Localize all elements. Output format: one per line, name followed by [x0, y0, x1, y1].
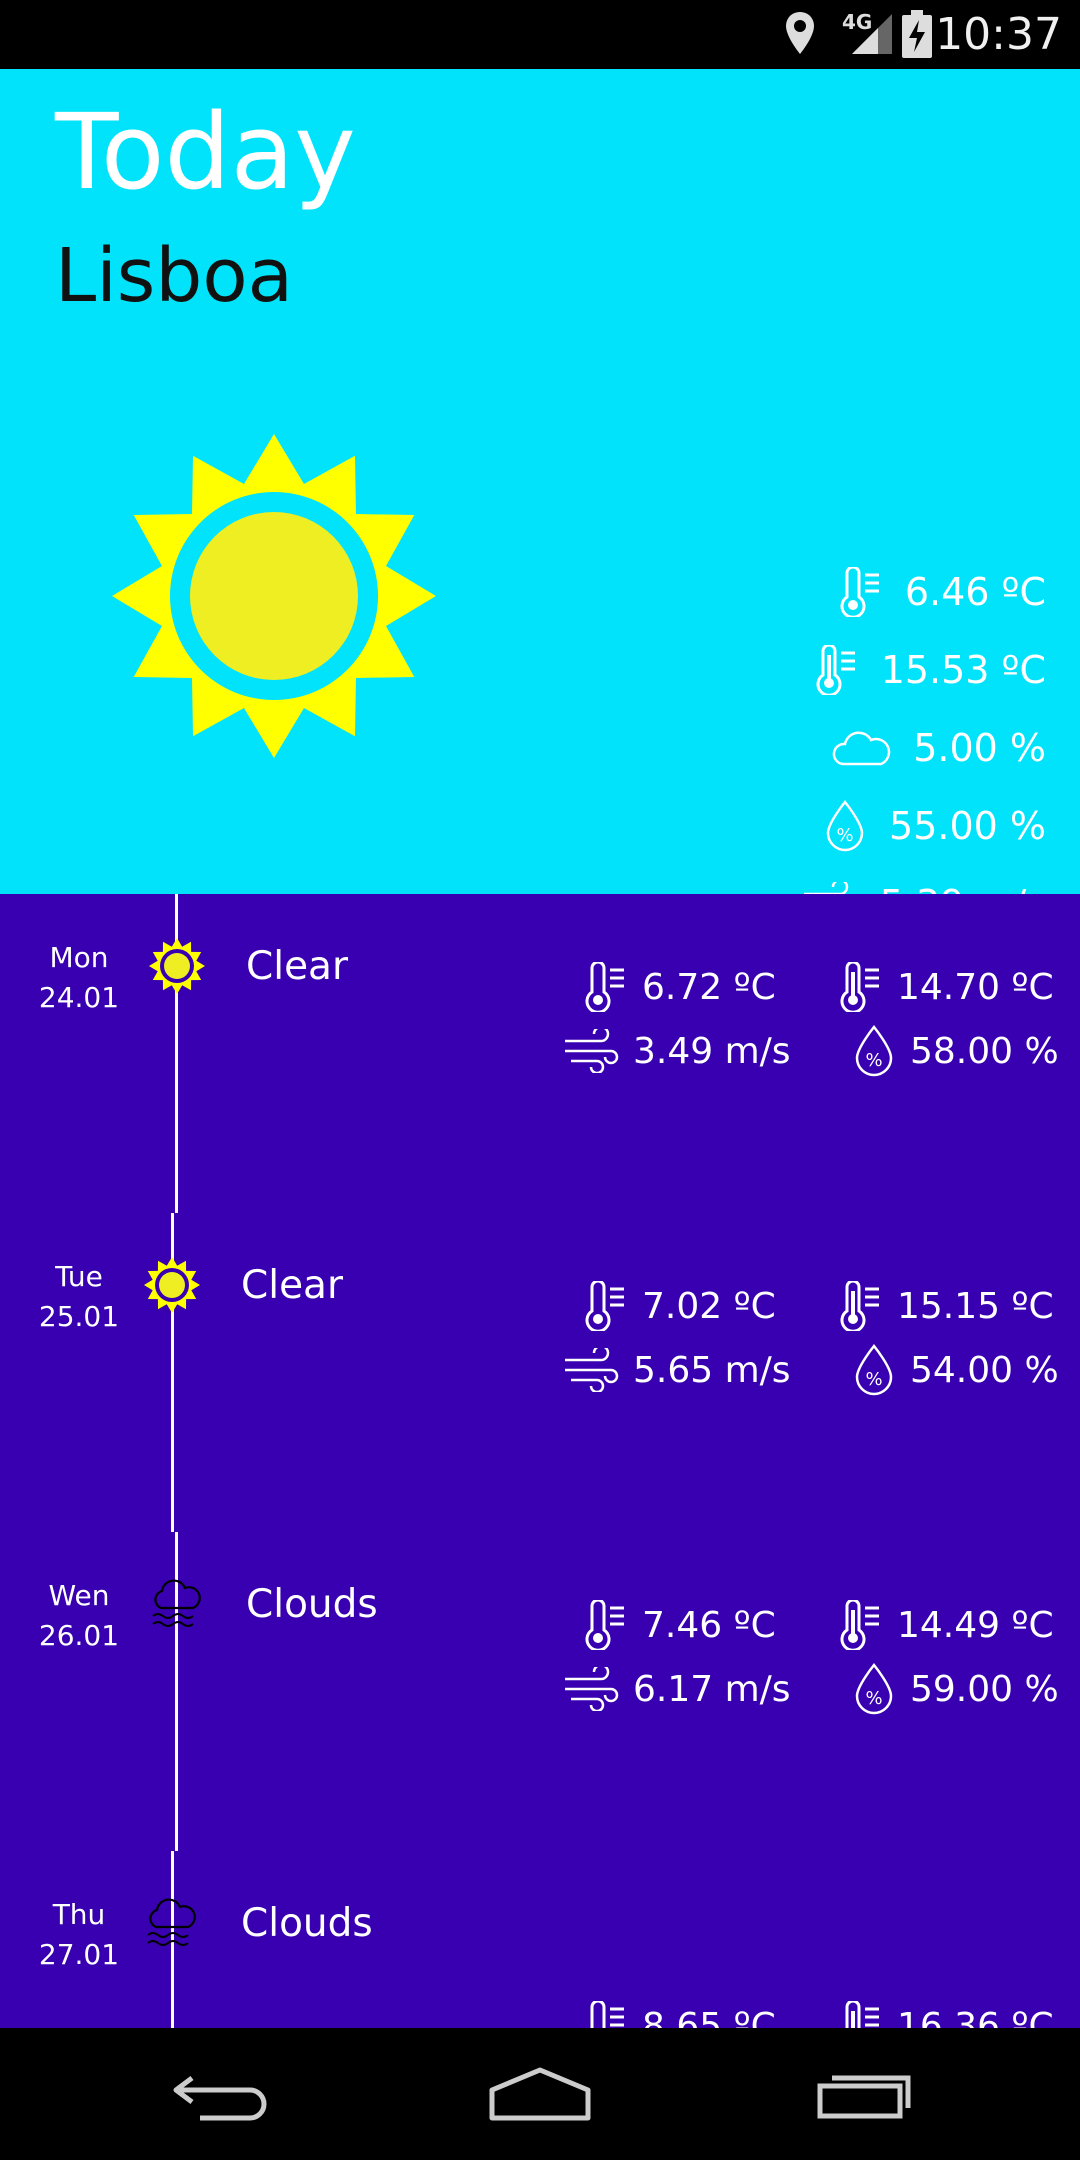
day-date: Tue 25.01 [20, 1257, 138, 1337]
temp-min: 6.72 ºC [578, 960, 776, 1014]
humidity: % 59.00 % [852, 1662, 1059, 1716]
humidity-value: 58.00 % [910, 1030, 1059, 1072]
thermometer-high-icon [845, 2001, 879, 2028]
navigation-bar [0, 2028, 1080, 2160]
wind: 5.65 m/s [563, 1343, 791, 1397]
cloud-fog-icon [147, 1898, 196, 1946]
wind-icon [565, 1029, 619, 1073]
day-condition: Clouds [246, 1582, 378, 1627]
day-weekday: Mon [49, 941, 109, 974]
thermometer-low-icon [840, 567, 879, 617]
svg-text:%: % [865, 1369, 882, 1390]
humidity-drop-icon: % [855, 1025, 893, 1077]
day-date-value: 27.01 [38, 1938, 120, 1971]
thermometer-high-icon [816, 645, 855, 695]
wind: 3.49 m/s [563, 1024, 791, 1078]
day-date: Thu 27.01 [20, 1895, 138, 1975]
humidity-value: 59.00 % [910, 1668, 1059, 1710]
humidity: % 58.00 % [852, 1024, 1059, 1078]
wind-value: 3.49 m/s [633, 1030, 791, 1072]
home-button[interactable] [480, 2056, 600, 2132]
forecast-day[interactable]: Mon 24.01 Clear 6.72 ºC 14.70 ºC 3.49 m/… [0, 894, 1080, 1213]
wind: 6.17 m/s [563, 1662, 791, 1716]
svg-text:%: % [836, 825, 853, 846]
cloud-fog-icon [152, 1579, 201, 1627]
temp-min: 8.65 ºC [578, 1999, 776, 2028]
day-condition: Clear [241, 1263, 343, 1308]
forecast-day[interactable]: Tue 25.01 Clear 7.02 ºC 15.15 ºC 5.65 m/… [0, 1213, 1080, 1532]
signal-icon [852, 14, 892, 54]
back-button[interactable] [160, 2056, 280, 2132]
sun-icon [144, 1257, 200, 1313]
today-temp-min: 6.46 ºC [833, 562, 1046, 622]
wind-icon [565, 1348, 619, 1392]
today-temp-max-value: 15.53 ºC [880, 648, 1046, 692]
day-date-value: 25.01 [38, 1300, 120, 1333]
status-time: 10:37 [935, 9, 1062, 60]
temp-min: 7.46 ºC [578, 1598, 776, 1652]
city-name: Lisboa [55, 233, 293, 319]
temp-max-value: 15.15 ºC [897, 1285, 1054, 1327]
day-date-value: 26.01 [38, 1619, 120, 1652]
back-icon [173, 2076, 267, 2121]
recents-icon [817, 2075, 911, 2119]
thermometer-low-icon [585, 1600, 624, 1650]
today-temp-min-value: 6.46 ºC [904, 570, 1046, 614]
temp-max: 14.49 ºC [833, 1598, 1054, 1652]
today-humidity-value: 55.00 % [889, 804, 1046, 848]
day-date: Wen 26.01 [20, 1576, 138, 1656]
thermometer-low-icon [585, 962, 624, 1012]
day-date-value: 24.01 [38, 981, 120, 1014]
day-date: Mon 24.01 [20, 938, 138, 1018]
humidity: % 54.00 % [852, 1343, 1059, 1397]
page-title: Today [55, 91, 356, 213]
thermometer-high-icon [840, 1600, 879, 1650]
cloud-icon [832, 731, 891, 766]
day-weekday: Wen [48, 1579, 110, 1612]
today-panel: Today Lisboa 6.46 ºC 15.53 ºC 5.00 % % 5… [0, 69, 1080, 926]
temp-min-value: 7.02 ºC [642, 1285, 776, 1327]
temp-max: 15.15 ºC [833, 1279, 1054, 1333]
thermometer-low-icon [585, 1281, 624, 1331]
temp-min: 7.02 ºC [578, 1279, 776, 1333]
temp-max: 14.70 ºC [833, 960, 1054, 1014]
thermometer-high-icon [840, 962, 879, 1012]
today-clouds: 5.00 % [831, 718, 1046, 778]
today-humidity: % 55.00 % [823, 796, 1046, 856]
home-icon [489, 2067, 591, 2121]
temp-max-value: 14.49 ºC [897, 1604, 1054, 1646]
thermometer-low-icon [590, 2001, 624, 2028]
wind-icon [565, 1667, 619, 1711]
temp-min-value: 6.72 ºC [642, 966, 776, 1008]
humidity-drop-icon: % [855, 1344, 893, 1396]
humidity-drop-icon: % [826, 800, 864, 852]
temp-max-value: 14.70 ºC [897, 966, 1054, 1008]
temp-max-value: 16.36 ºC [897, 2005, 1054, 2029]
today-temp-max: 15.53 ºC [809, 640, 1046, 700]
location-icon [786, 12, 814, 54]
forecast-list[interactable]: Mon 24.01 Clear 6.72 ºC 14.70 ºC 3.49 m/… [0, 894, 1080, 2028]
sun-icon [112, 434, 436, 758]
temp-max: 16.36 ºC [833, 1999, 1054, 2028]
status-bar: 4G 10:37 [0, 0, 1080, 69]
day-weekday: Tue [55, 1260, 103, 1293]
day-weekday: Thu [52, 1898, 106, 1931]
wind-value: 6.17 m/s [633, 1668, 791, 1710]
day-condition: Clouds [241, 1901, 373, 1946]
battery-charging-icon [902, 10, 932, 58]
sun-icon [149, 938, 205, 994]
humidity-drop-icon: % [855, 1663, 893, 1715]
temp-min-value: 7.46 ºC [642, 1604, 776, 1646]
humidity-value: 54.00 % [910, 1349, 1059, 1391]
recents-button[interactable] [804, 2056, 924, 2132]
today-clouds-value: 5.00 % [913, 726, 1046, 770]
day-condition: Clear [246, 944, 348, 989]
forecast-day[interactable]: Wen 26.01 Clouds 7.46 ºC 14.49 ºC 6.17 m… [0, 1532, 1080, 1851]
thermometer-high-icon [840, 1281, 879, 1331]
svg-text:%: % [865, 1050, 882, 1071]
temp-min-value: 8.65 ºC [642, 2005, 776, 2029]
forecast-day[interactable]: Thu 27.01 Clouds 8.65 ºC 16.36 ºC [0, 1851, 1080, 2028]
wind-value: 5.65 m/s [633, 1349, 791, 1391]
svg-text:%: % [865, 1688, 882, 1709]
